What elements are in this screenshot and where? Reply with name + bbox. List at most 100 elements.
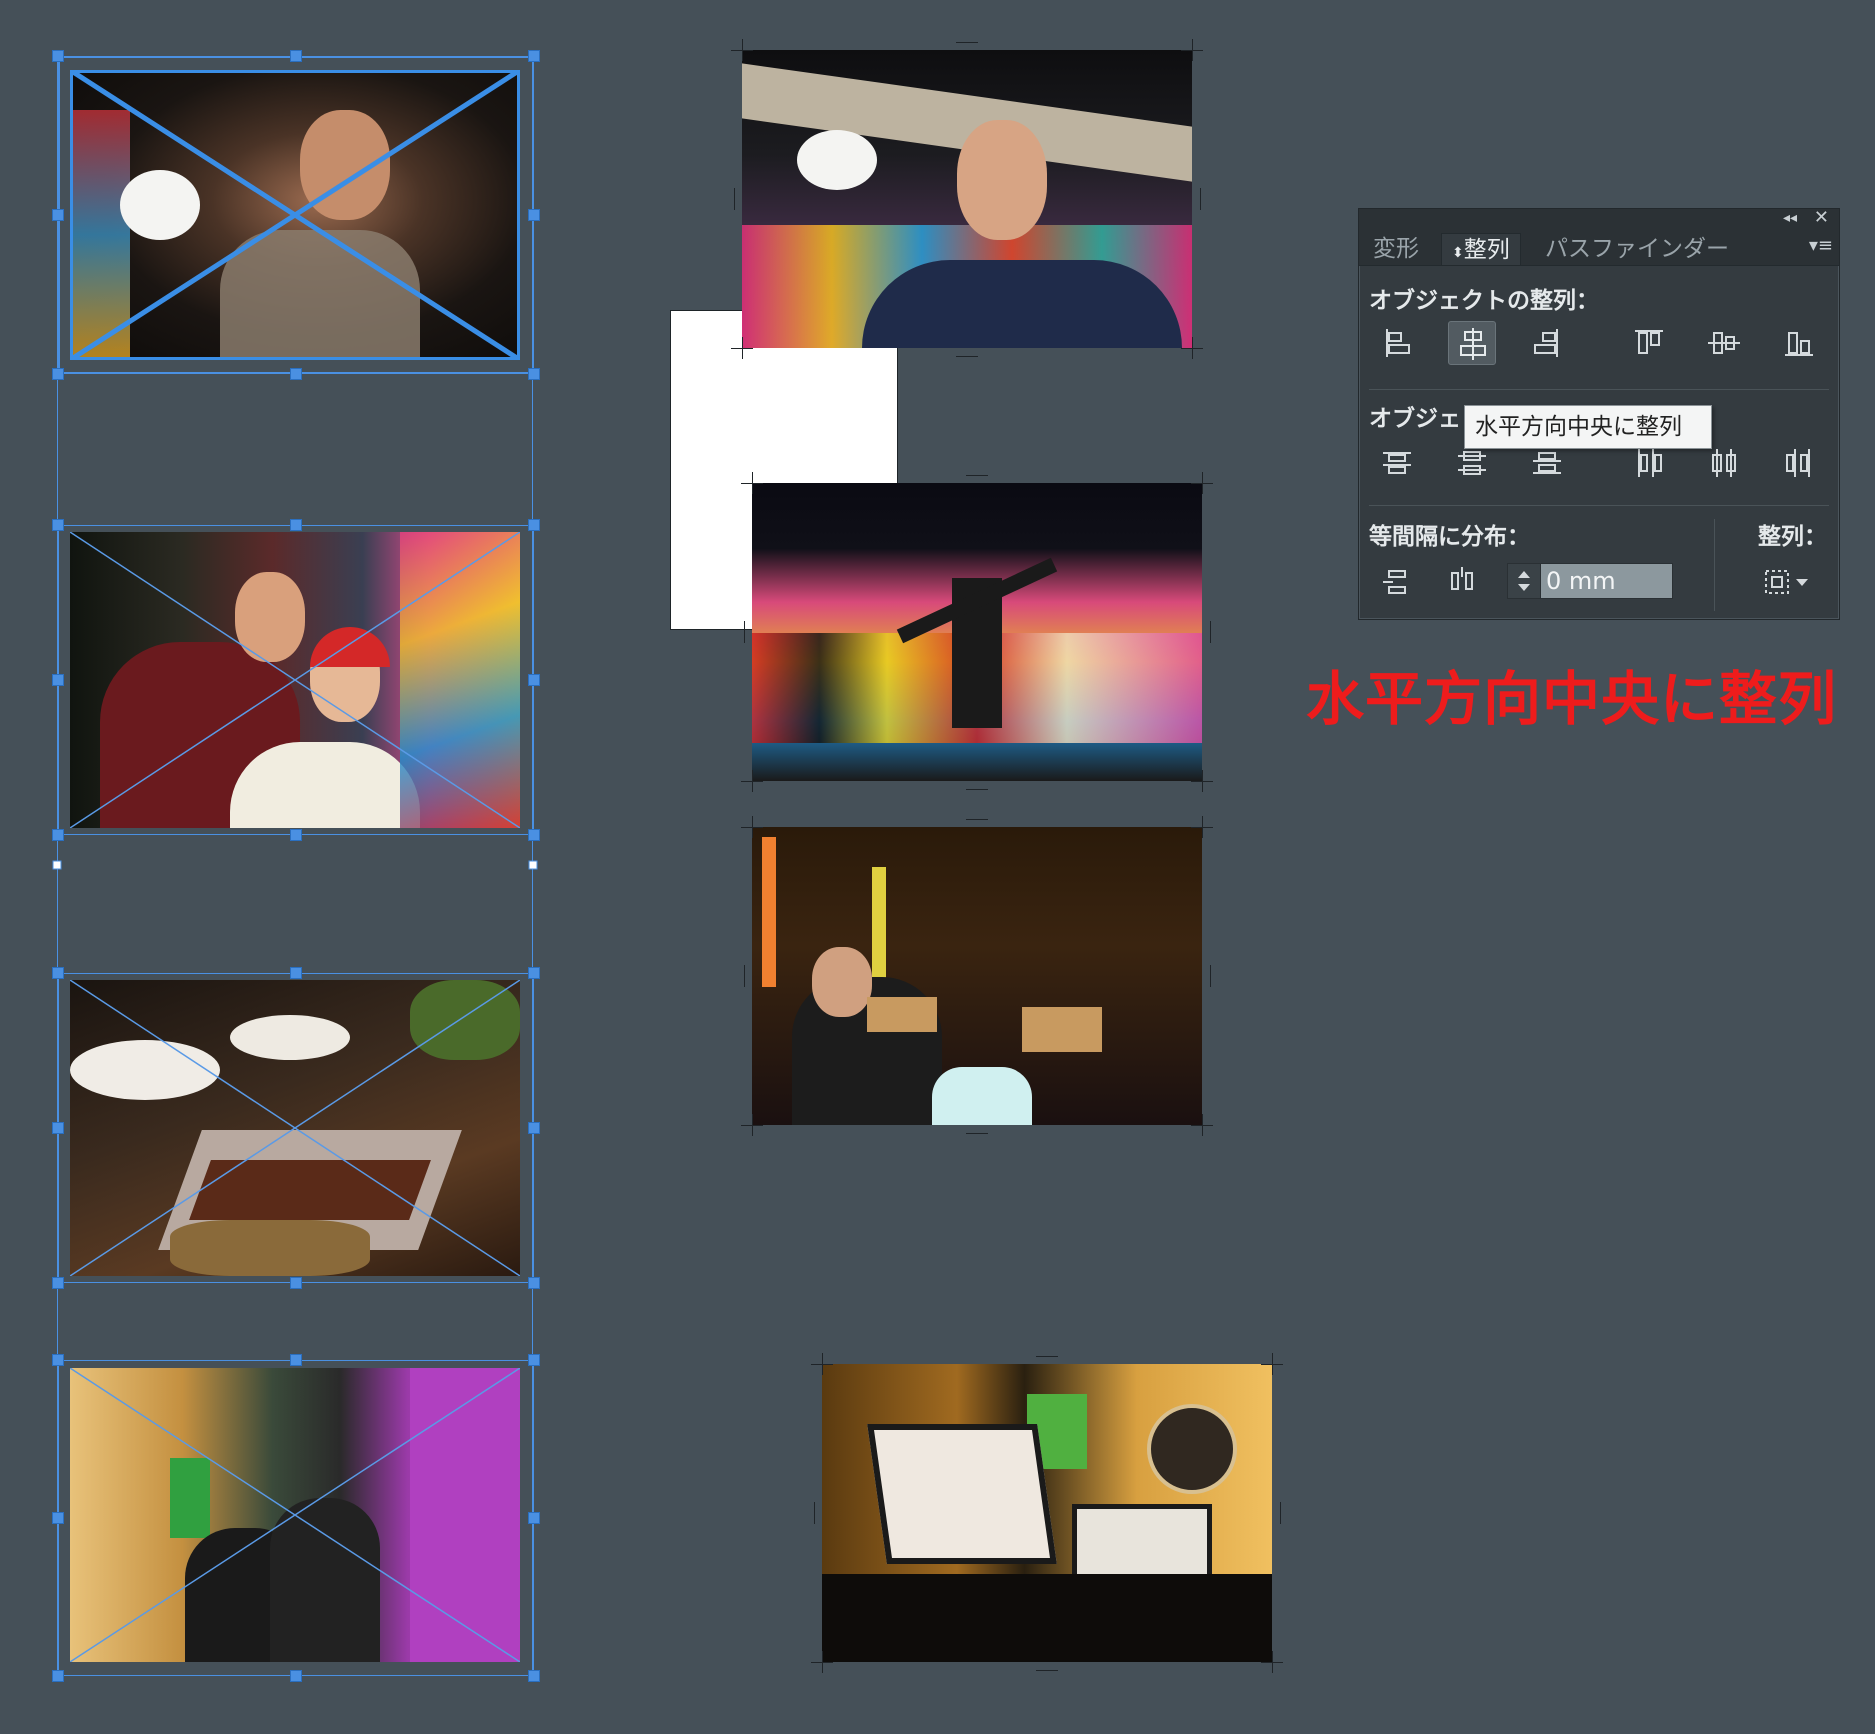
align-to-selection-icon [1765,570,1808,594]
crop-mark [752,770,753,792]
crop-mark [742,39,743,61]
selection-handle[interactable] [52,829,64,841]
frame-2-selection [58,525,534,835]
crop-mark [1200,188,1201,210]
crop-mark [822,1651,823,1673]
panel-vertical-divider [1714,519,1715,611]
align-bottom-button[interactable] [1775,321,1823,365]
selection-handle[interactable] [528,1277,540,1289]
selection-handle[interactable] [528,674,540,686]
crop-mark [956,356,978,357]
crop-mark [734,188,735,210]
selection-handle[interactable] [52,674,64,686]
align-horizontal-center-icon [1460,328,1486,360]
crop-mark [1210,621,1211,643]
selection-handle[interactable] [528,1354,540,1366]
selection-handle[interactable] [290,967,302,979]
crop-mark [966,789,988,790]
distribute-vertical-space-button[interactable] [1373,559,1421,603]
align-top-icon [1635,330,1663,354]
selection-handle[interactable] [52,1512,64,1524]
align-right-button[interactable] [1523,321,1571,365]
distribute-spacing-label: 等間隔に分布： [1369,524,1530,550]
photo-frame-7[interactable] [752,827,1202,1125]
frame-1-selection [58,56,534,374]
align-horizontal-center-button[interactable] [1448,321,1496,365]
crop-mark [1272,1353,1273,1375]
panel-menu-icon[interactable]: ▾≡ [1809,235,1833,256]
selection-handle[interactable] [528,368,540,380]
crop-mark [1202,472,1203,494]
photo-frame-5[interactable] [742,50,1192,348]
align-left-button[interactable] [1373,321,1421,365]
spacing-input[interactable]: 0 mm [1507,563,1673,599]
tab-align-label: 整列 [1463,237,1510,263]
selection-handle[interactable] [528,1122,540,1134]
tab-align[interactable]: ⬍整列 [1441,233,1521,265]
align-tooltip: 水平方向中央に整列 [1464,405,1712,449]
panel-divider [1369,389,1829,390]
selection-handle[interactable] [52,967,64,979]
align-vertical-center-button[interactable] [1700,321,1748,365]
selection-handle[interactable] [52,1122,64,1134]
selection-handle[interactable] [528,967,540,979]
photo-frame-6[interactable] [752,483,1202,781]
crop-mark [966,475,988,476]
crop-mark [742,337,743,359]
selection-handle[interactable] [528,519,540,531]
selection-handle[interactable] [52,209,64,221]
crop-mark [814,1502,815,1524]
selection-handle[interactable] [290,368,302,380]
selection-handle[interactable] [52,368,64,380]
selection-handle[interactable] [290,1277,302,1289]
spin-arrows-icon[interactable] [1508,564,1541,598]
distribute-horizontal-space-icon [1451,567,1473,590]
selection-handle[interactable] [52,1354,64,1366]
selection-handle[interactable] [528,209,540,221]
crop-mark [1202,1114,1203,1136]
selection-handle[interactable] [528,1670,540,1682]
crop-mark [966,819,988,820]
align-to-dropdown[interactable] [1762,565,1814,599]
distribute-right-icon [1786,449,1810,477]
selection-handle[interactable] [52,1277,64,1289]
selection-handle[interactable] [528,50,540,62]
selection-handle[interactable] [52,1670,64,1682]
distribute-vertical-space-icon [1383,570,1406,594]
distribute-horizontal-space-button[interactable] [1438,559,1486,603]
selection-handle[interactable] [290,50,302,62]
selection-handle[interactable] [528,829,540,841]
selection-handle[interactable] [290,1354,302,1366]
distribute-top-button[interactable] [1373,441,1421,485]
tab-transform[interactable]: 変形 [1363,233,1429,265]
selection-handle[interactable] [290,829,302,841]
align-to-label: 整列： [1758,524,1827,550]
crop-mark [1202,770,1203,792]
collapse-icon[interactable]: ◂◂ [1783,210,1797,226]
crop-mark [1036,1670,1058,1671]
selection-handle[interactable] [290,519,302,531]
crop-mark [966,1133,988,1134]
selection-handle[interactable] [52,50,64,62]
selection-handle[interactable] [52,519,64,531]
panel-tabs: 変形 ⬍整列 パスファインダー ▾≡ [1359,229,1839,266]
crop-mark [956,42,978,43]
distribute-right-button[interactable] [1775,441,1823,485]
close-icon[interactable]: ✕ [1814,207,1829,228]
panel-titlebar[interactable]: ◂◂ ✕ [1359,207,1839,229]
align-top-button[interactable] [1625,321,1673,365]
group-handle[interactable] [528,860,538,870]
crop-mark [1192,337,1193,359]
selection-handle[interactable] [290,1670,302,1682]
group-handle[interactable] [52,860,62,870]
align-bottom-icon [1785,332,1813,356]
panel-divider [1369,505,1829,506]
annotation-label: 水平方向中央に整列 [1306,665,1838,733]
photo-frame-8[interactable] [822,1364,1272,1662]
tab-pathfinder[interactable]: パスファインダー [1535,233,1739,265]
selection-handle[interactable] [528,1512,540,1524]
crop-mark [752,816,753,838]
crop-mark [752,1114,753,1136]
crop-mark [1210,965,1211,987]
crop-mark [822,1353,823,1375]
